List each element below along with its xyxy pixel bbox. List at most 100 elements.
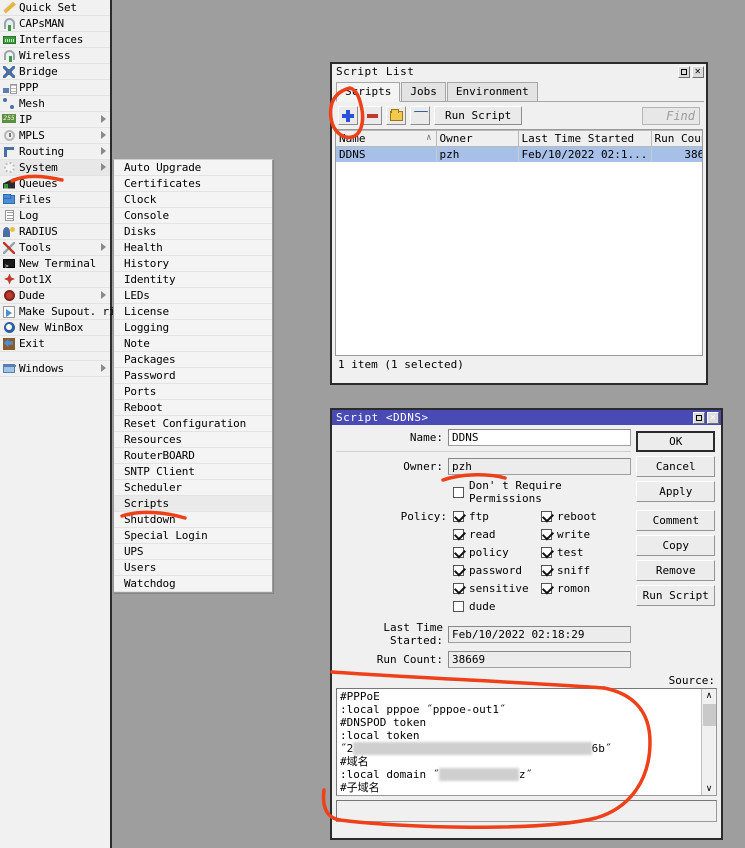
policy-write-checkbox[interactable]	[541, 529, 552, 540]
submenu-item-logging[interactable]: Logging	[114, 320, 272, 336]
sidebar-item-log[interactable]: Log	[0, 208, 110, 224]
column-header-run-count[interactable]: Run Count	[651, 130, 702, 147]
policy-sensitive-checkbox[interactable]	[453, 583, 464, 594]
submenu-item-users[interactable]: Users	[114, 560, 272, 576]
source-code-text[interactable]: #PPPoE:local pppoe ˝pppoe-out1˝ #DNSPOD t…	[337, 689, 701, 795]
submenu-item-routerboard[interactable]: RouterBOARD	[114, 448, 272, 464]
column-header-owner[interactable]: Owner	[436, 130, 519, 147]
dont-require-permissions-row[interactable]: Don' t Require Permissions	[336, 479, 631, 505]
policy-read-row[interactable]: read	[453, 528, 541, 541]
name-input[interactable]: DDNS	[448, 429, 632, 446]
submenu-item-history[interactable]: History	[114, 256, 272, 272]
column-header-name[interactable]: Name ∧	[336, 130, 437, 147]
minus-icon[interactable]	[362, 106, 382, 125]
policy-ftp-checkbox[interactable]	[453, 511, 464, 522]
submenu-item-leds[interactable]: LEDs	[114, 288, 272, 304]
maximize-icon[interactable]	[678, 65, 690, 78]
policy-read-checkbox[interactable]	[453, 529, 464, 540]
sidebar-item-files[interactable]: Files	[0, 192, 110, 208]
source-scrollbar[interactable]: ∧ ∨	[701, 689, 716, 795]
sidebar-item-new-terminal[interactable]: New Terminal	[0, 256, 110, 275]
sidebar-item-routing[interactable]: Routing	[0, 144, 110, 160]
submenu-item-reset-configuration[interactable]: Reset Configuration	[114, 416, 272, 432]
submenu-item-watchdog[interactable]: Watchdog	[114, 576, 272, 592]
policy-dude-checkbox[interactable]	[453, 601, 464, 612]
funnel-icon[interactable]	[410, 106, 430, 125]
find-input[interactable]: Find	[642, 106, 700, 125]
scroll-up-icon[interactable]: ∧	[703, 689, 716, 702]
submenu-item-note[interactable]: Note	[114, 336, 272, 352]
policy-ftp-row[interactable]: ftp	[453, 510, 541, 523]
ok-button[interactable]: OK	[636, 431, 716, 452]
submenu-item-resources[interactable]: Resources	[114, 432, 272, 448]
sidebar-item-bridge[interactable]: Bridge	[0, 64, 110, 80]
submenu-item-shutdown[interactable]: Shutdown	[114, 512, 272, 528]
remove-button[interactable]: Remove	[636, 560, 716, 581]
tab-jobs[interactable]: Jobs	[401, 82, 446, 101]
sidebar-item-ppp[interactable]: PPP	[0, 80, 110, 96]
submenu-item-console[interactable]: Console	[114, 208, 272, 224]
submenu-item-scheduler[interactable]: Scheduler	[114, 480, 272, 496]
submenu-item-password[interactable]: Password	[114, 368, 272, 384]
sidebar-item-radius[interactable]: RADIUS	[0, 224, 110, 240]
submenu-item-scripts[interactable]: Scripts	[114, 496, 272, 512]
tab-environment[interactable]: Environment	[446, 82, 538, 101]
submenu-item-reboot[interactable]: Reboot	[114, 400, 272, 416]
table-row[interactable]: DDNSpzhFeb/10/2022 02:1...38669	[336, 146, 702, 162]
sidebar-item-mesh[interactable]: Mesh	[0, 96, 110, 112]
submenu-item-certificates[interactable]: Certificates	[114, 176, 272, 192]
sidebar-item-make-supout-rif[interactable]: Make Supout. rif	[0, 304, 122, 320]
tab-scripts[interactable]: Scripts	[336, 82, 401, 102]
policy-policy-checkbox[interactable]	[453, 547, 464, 558]
folder-icon[interactable]	[386, 106, 406, 125]
sidebar-item-capsman[interactable]: CAPsMAN	[0, 16, 110, 32]
close-icon[interactable]: ✕	[707, 411, 719, 424]
maximize-icon[interactable]	[693, 411, 705, 424]
scroll-down-icon[interactable]: ∨	[703, 782, 716, 795]
sidebar-item-exit[interactable]: Exit	[0, 336, 110, 352]
submenu-item-auto-upgrade[interactable]: Auto Upgrade	[114, 160, 272, 176]
policy-sniff-checkbox[interactable]	[541, 565, 552, 576]
source-editor[interactable]: #PPPoE:local pppoe ˝pppoe-out1˝ #DNSPOD t…	[336, 688, 717, 796]
submenu-item-special-login[interactable]: Special Login	[114, 528, 272, 544]
policy-reboot-row[interactable]: reboot	[541, 510, 597, 523]
cancel-button[interactable]: Cancel	[636, 456, 716, 477]
submenu-item-packages[interactable]: Packages	[114, 352, 272, 368]
policy-password-checkbox[interactable]	[453, 565, 464, 576]
scrollbar-thumb[interactable]	[702, 704, 716, 726]
plus-icon[interactable]	[338, 106, 358, 125]
policy-policy-row[interactable]: policy	[453, 546, 541, 559]
apply-button[interactable]: Apply	[636, 481, 716, 502]
comment-button[interactable]: Comment	[636, 510, 716, 531]
close-icon[interactable]: ✕	[692, 65, 704, 78]
submenu-item-disks[interactable]: Disks	[114, 224, 272, 240]
sidebar-item-interfaces[interactable]: Interfaces	[0, 32, 110, 48]
sidebar-item-wireless[interactable]: Wireless	[0, 48, 110, 64]
sidebar-item-dude[interactable]: Dude	[0, 288, 110, 304]
submenu-item-license[interactable]: License	[114, 304, 272, 320]
policy-dude-row[interactable]: dude	[453, 600, 541, 613]
script-table-container[interactable]: Name∧OwnerLast Time StartedRun Count▼ DD…	[335, 129, 703, 356]
owner-input[interactable]: pzh	[448, 458, 632, 475]
policy-test-row[interactable]: test	[541, 546, 584, 559]
sidebar-item-system[interactable]: System	[0, 160, 110, 176]
sidebar-item-ip[interactable]: 255 IP	[0, 112, 110, 128]
run-script-button[interactable]: Run Script	[636, 585, 716, 606]
submenu-item-sntp-client[interactable]: SNTP Client	[114, 464, 272, 480]
policy-reboot-checkbox[interactable]	[541, 511, 552, 522]
policy-sensitive-row[interactable]: sensitive	[453, 582, 541, 595]
policy-sniff-row[interactable]: sniff	[541, 564, 590, 577]
sidebar-item-queues[interactable]: Queues	[0, 176, 110, 192]
submenu-item-health[interactable]: Health	[114, 240, 272, 256]
copy-button[interactable]: Copy	[636, 535, 716, 556]
policy-romon-row[interactable]: romon	[541, 582, 590, 595]
policy-test-checkbox[interactable]	[541, 547, 552, 558]
policy-write-row[interactable]: write	[541, 528, 590, 541]
submenu-item-ups[interactable]: UPS	[114, 544, 272, 560]
sidebar-item-new-winbox[interactable]: New WinBox	[0, 320, 110, 336]
submenu-item-clock[interactable]: Clock	[114, 192, 272, 208]
submenu-item-ports[interactable]: Ports	[114, 384, 272, 400]
sidebar-item-windows[interactable]: Windows	[0, 361, 110, 377]
sidebar-item-quick-set[interactable]: Quick Set	[0, 0, 110, 16]
run-script-button[interactable]: Run Script	[434, 106, 523, 125]
